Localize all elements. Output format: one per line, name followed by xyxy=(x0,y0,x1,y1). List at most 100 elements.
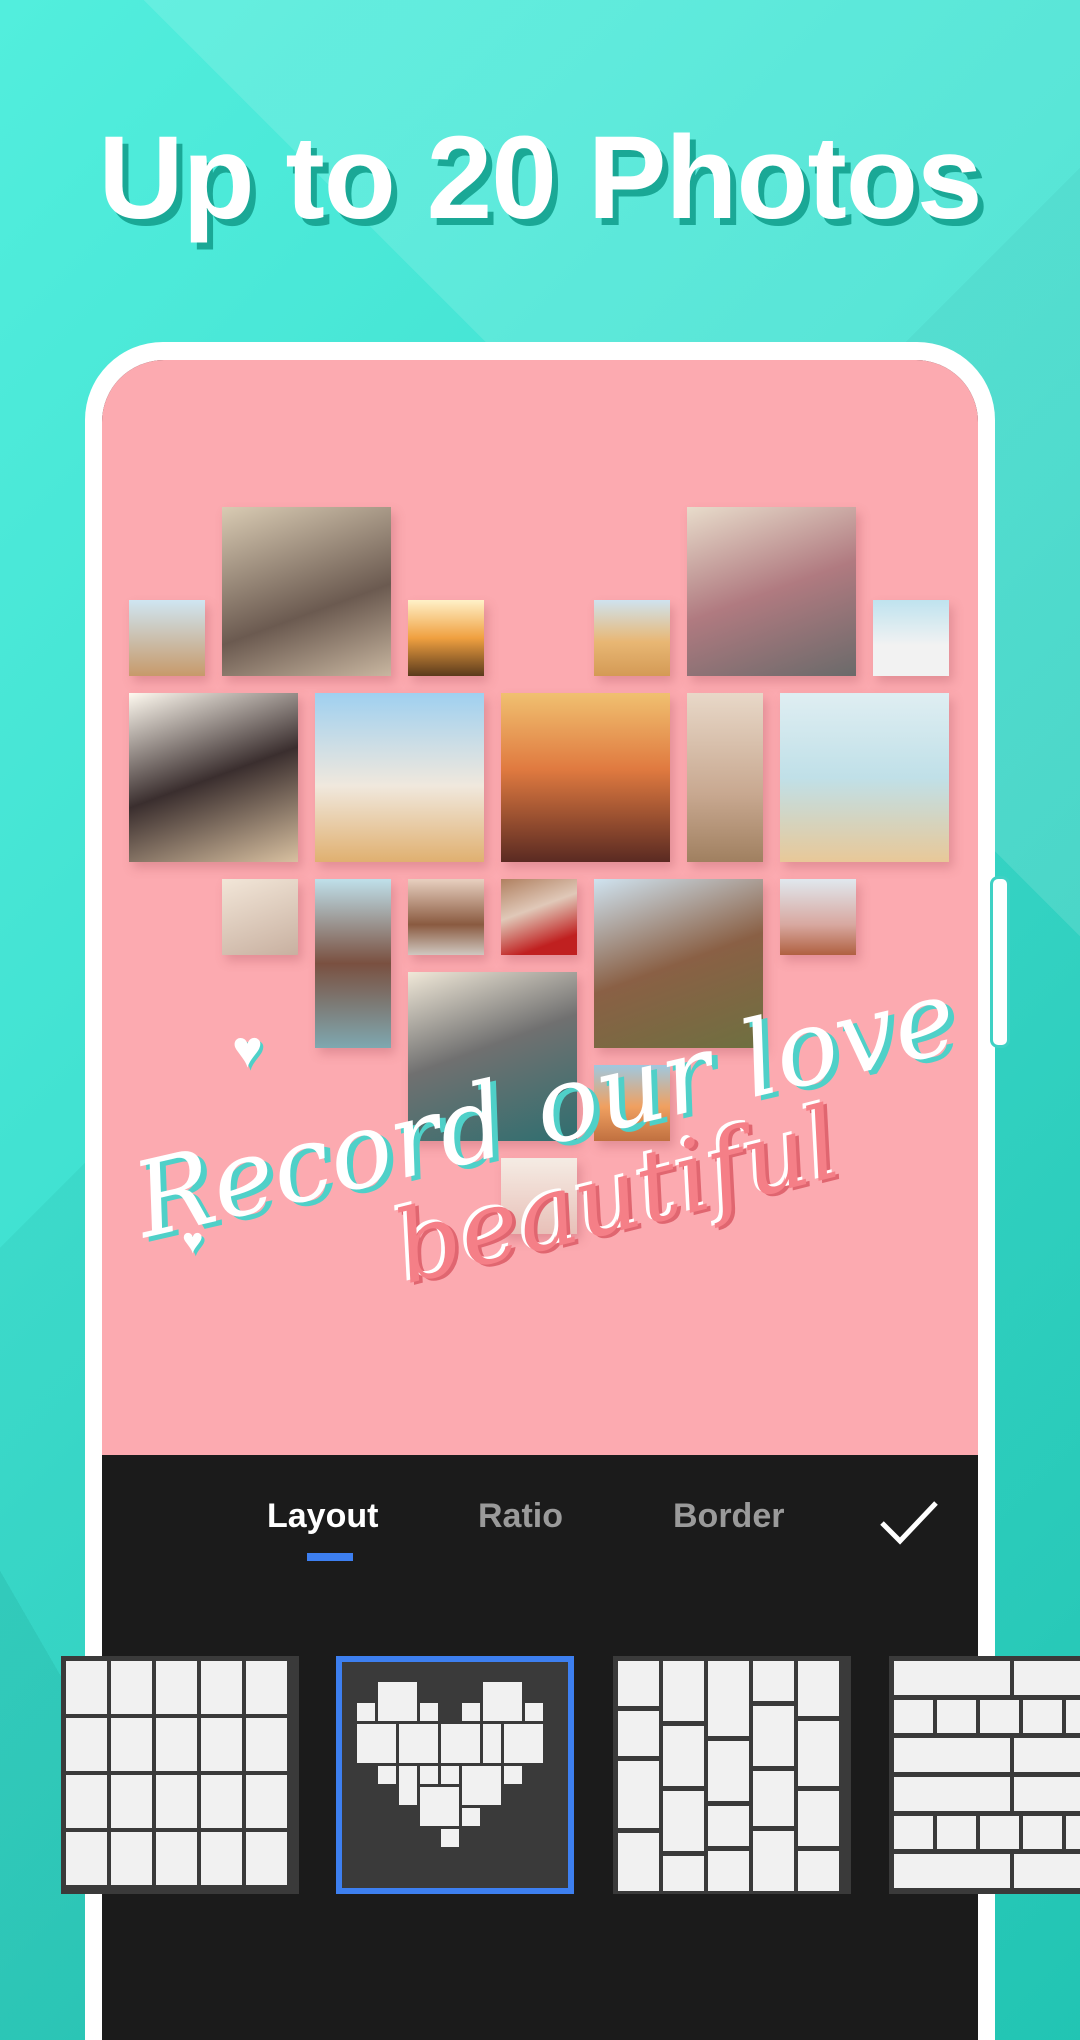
layout-cell xyxy=(246,1775,287,1828)
layout-cell xyxy=(618,1761,659,1828)
layout-cell xyxy=(504,1724,543,1763)
layout-cell xyxy=(357,1703,375,1721)
layout-cell xyxy=(399,1766,417,1805)
layout-cell xyxy=(708,1661,749,1736)
layout-cell xyxy=(246,1661,287,1714)
collage-photo[interactable] xyxy=(594,600,670,676)
layout-cell xyxy=(663,1661,704,1721)
collage-photo[interactable] xyxy=(315,693,484,862)
collage-photo[interactable] xyxy=(129,600,205,676)
layout-cell xyxy=(1014,1854,1080,1888)
layout-cell xyxy=(1023,1816,1062,1849)
layout-cell xyxy=(753,1831,794,1891)
layout-cell xyxy=(462,1703,480,1721)
layout-cell xyxy=(663,1726,704,1786)
layout-cell xyxy=(708,1851,749,1891)
tab-layout[interactable]: Layout xyxy=(267,1497,378,1536)
collage-canvas[interactable]: ♥ ♥ beautiful xyxy=(102,360,978,1455)
layout-cell xyxy=(1023,1700,1062,1733)
layout-cell xyxy=(980,1700,1019,1733)
layout-cell xyxy=(462,1808,480,1826)
layout-cell xyxy=(420,1703,438,1721)
collage-photo[interactable] xyxy=(222,879,298,955)
layout-cell xyxy=(753,1661,794,1701)
layout-cell xyxy=(798,1851,839,1891)
layout-cell xyxy=(378,1682,417,1721)
layout-cell xyxy=(618,1661,659,1706)
layout-cell xyxy=(708,1806,749,1846)
layout-cell xyxy=(980,1816,1019,1849)
collage-photo[interactable] xyxy=(687,693,763,862)
layout-cell xyxy=(111,1775,152,1828)
layout-cell xyxy=(753,1771,794,1826)
layout-cell xyxy=(66,1832,107,1885)
layout-cell xyxy=(798,1721,839,1786)
layout-cell xyxy=(1066,1700,1080,1733)
layout-cell xyxy=(663,1791,704,1851)
layout-cell xyxy=(399,1724,438,1763)
layout-cell xyxy=(663,1856,704,1891)
layout-cell xyxy=(201,1775,242,1828)
layout-option-wavy-grid[interactable] xyxy=(61,1656,299,1894)
collage-photo[interactable] xyxy=(687,507,856,676)
checkmark-icon[interactable] xyxy=(878,1497,940,1547)
collage-photo[interactable] xyxy=(780,879,856,955)
layout-cell xyxy=(201,1718,242,1771)
layout-cell xyxy=(798,1661,839,1716)
layout-cell xyxy=(462,1766,501,1805)
layout-cell xyxy=(246,1832,287,1885)
layout-cell xyxy=(937,1700,976,1733)
layout-option-staggered-columns[interactable] xyxy=(613,1656,851,1894)
collage-photo[interactable] xyxy=(408,879,484,955)
layout-cell xyxy=(1066,1816,1080,1849)
heart-icon: ♥ xyxy=(232,1021,263,1079)
layout-cell xyxy=(894,1700,933,1733)
layout-cell xyxy=(1014,1777,1080,1811)
layout-cell xyxy=(894,1816,933,1849)
headline: Up to 20 Photos xyxy=(98,112,982,244)
layout-cell xyxy=(420,1766,438,1784)
collage-photo[interactable] xyxy=(408,600,484,676)
collage-photo[interactable] xyxy=(315,879,391,1048)
tab-border[interactable]: Border xyxy=(673,1497,784,1536)
layout-cell xyxy=(894,1777,1010,1811)
layout-cell xyxy=(420,1787,459,1826)
layout-cell xyxy=(618,1833,659,1891)
collage-photo[interactable] xyxy=(222,507,391,676)
layout-option-brick-rows[interactable] xyxy=(889,1656,1080,1894)
layout-cell xyxy=(894,1854,1010,1888)
layout-cell xyxy=(525,1703,543,1721)
layout-cell xyxy=(246,1718,287,1771)
layout-cell xyxy=(894,1738,1010,1772)
layout-cell xyxy=(483,1682,522,1721)
layout-cell xyxy=(357,1724,396,1763)
layout-cell xyxy=(378,1766,396,1784)
active-tab-indicator xyxy=(307,1553,353,1561)
layout-cell xyxy=(66,1718,107,1771)
collage-photo[interactable] xyxy=(780,693,949,862)
layout-cell xyxy=(156,1775,197,1828)
layout-cell xyxy=(66,1661,107,1714)
collage-photo[interactable] xyxy=(501,879,577,955)
layout-cell xyxy=(156,1661,197,1714)
layout-cell xyxy=(66,1775,107,1828)
layout-cell xyxy=(483,1724,501,1763)
layout-cell xyxy=(441,1724,480,1763)
tab-ratio[interactable]: Ratio xyxy=(478,1497,563,1536)
layout-cell xyxy=(201,1661,242,1714)
layout-cell xyxy=(798,1791,839,1846)
layout-cell xyxy=(504,1766,522,1784)
layout-cell xyxy=(201,1832,242,1885)
collage-photo[interactable] xyxy=(501,693,670,862)
layout-option-heart[interactable] xyxy=(336,1656,574,1894)
layout-cell xyxy=(441,1829,459,1847)
collage-photo[interactable] xyxy=(129,693,298,862)
layout-cell xyxy=(937,1816,976,1849)
layout-cell xyxy=(156,1832,197,1885)
layout-cell xyxy=(156,1718,197,1771)
layout-cell xyxy=(441,1766,459,1784)
layout-cell xyxy=(708,1741,749,1801)
layout-cell xyxy=(1014,1661,1080,1695)
collage-photo[interactable] xyxy=(873,600,949,676)
scrollbar[interactable] xyxy=(990,876,1010,1048)
